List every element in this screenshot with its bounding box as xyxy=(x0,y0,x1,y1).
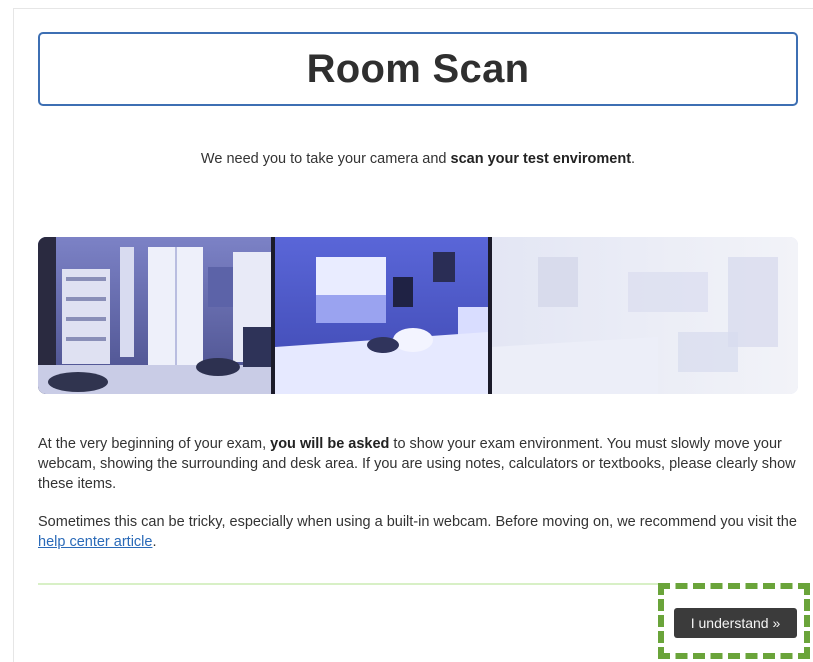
intro-bold: scan your test enviroment xyxy=(450,151,632,167)
intro-suffix: . xyxy=(631,151,636,167)
p2-prefix: Sometimes this can be tricky, especially… xyxy=(38,514,797,530)
title-box: Room Scan xyxy=(38,32,798,106)
p2-suffix: . xyxy=(152,534,157,550)
room-panorama-image xyxy=(38,237,798,394)
instruction-paragraph-1: At the very beginning of your exam, you … xyxy=(38,434,798,494)
page-title: Room Scan xyxy=(306,46,530,91)
divider xyxy=(38,583,658,585)
intro-prefix: We need you to take your camera and xyxy=(200,151,451,167)
i-understand-button[interactable]: I understand » xyxy=(674,608,797,638)
intro-text: We need you to take your camera and scan… xyxy=(38,151,798,167)
p1-bold: you will be asked xyxy=(270,436,390,452)
help-center-link[interactable]: help center article xyxy=(38,534,152,550)
p1-prefix: At the very beginning of your exam, xyxy=(38,436,271,452)
instruction-paragraph-2: Sometimes this can be tricky, especially… xyxy=(38,512,798,552)
